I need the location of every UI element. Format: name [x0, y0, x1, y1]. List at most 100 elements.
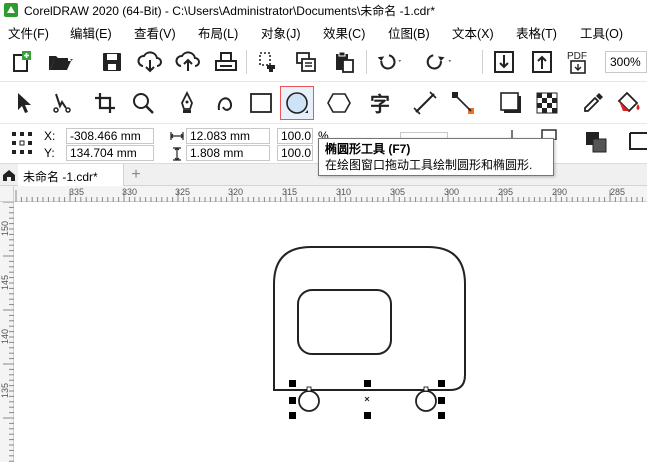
- menu-layout[interactable]: 布局(L): [198, 23, 238, 42]
- ruler-label: 300: [444, 187, 460, 197]
- document-tab[interactable]: 未命名 -1.cdr*: [18, 164, 124, 186]
- menu-file[interactable]: 文件(F): [8, 23, 49, 42]
- vertical-ruler[interactable]: 150 145 140 135: [0, 202, 14, 462]
- zoom-tool-icon[interactable]: [126, 86, 160, 120]
- standard-toolbar: PDF 300%: [0, 42, 647, 82]
- curve-tool-icon[interactable]: [208, 86, 242, 120]
- title-bar: CorelDRAW 2020 (64-Bit) - C:\Users\Admin…: [0, 0, 647, 20]
- crop-tool-icon[interactable]: [88, 86, 122, 120]
- import-icon[interactable]: [488, 46, 520, 78]
- selection-handle: [364, 380, 371, 387]
- arrange-icon[interactable]: [584, 130, 610, 156]
- ruler-label: 295: [498, 187, 514, 197]
- height-input[interactable]: 1.808 mm: [186, 145, 270, 161]
- ellipse-tool-tooltip: 椭圆形工具 (F7) 在绘图窗口拖动工具绘制圆形和椭圆形.: [318, 138, 554, 176]
- home-icon[interactable]: [0, 164, 18, 186]
- ruler-label: 150: [0, 220, 10, 236]
- menu-text[interactable]: 文本(X): [452, 23, 494, 42]
- x-label: X:: [44, 129, 56, 143]
- ruler-label: 310: [336, 187, 352, 197]
- toolbar-separator: [246, 50, 247, 74]
- pen-tool-icon[interactable]: [170, 86, 204, 120]
- scale-width-input[interactable]: 100.0: [277, 128, 313, 144]
- open-folder-icon[interactable]: [44, 46, 76, 78]
- ruler-label: 335: [69, 187, 85, 197]
- cloud-export-icon[interactable]: [172, 46, 204, 78]
- cut-icon[interactable]: [252, 46, 284, 78]
- y-position-input[interactable]: 134.704 mm: [66, 145, 154, 161]
- toolbar-separator: [366, 50, 367, 74]
- height-icon: [173, 147, 181, 161]
- interactive-fill-tool-icon[interactable]: [612, 86, 646, 120]
- drawing-artwork: [273, 246, 466, 419]
- drop-shadow-tool-icon[interactable]: [494, 86, 528, 120]
- ruler-label: 305: [390, 187, 406, 197]
- selection-handle: [289, 380, 296, 387]
- coreldraw-logo-icon: [4, 3, 18, 17]
- selection-center-mark: [364, 396, 370, 402]
- x-position-input[interactable]: -308.466 mm: [66, 128, 154, 144]
- inner-window-shape: [297, 289, 392, 355]
- horizontal-ruler[interactable]: 335 330 325 320 315 310 305 300 295 290 …: [14, 186, 647, 202]
- menu-tools[interactable]: 工具(O): [580, 23, 623, 42]
- drawing-canvas[interactable]: [15, 203, 647, 462]
- width-input[interactable]: 12.083 mm: [186, 128, 270, 144]
- ruler-label: 135: [0, 382, 10, 398]
- selection-handle: [438, 412, 445, 419]
- export-icon[interactable]: [526, 46, 558, 78]
- right-wheel-ellipse: [415, 390, 437, 412]
- combine-icon[interactable]: [626, 130, 647, 156]
- eyedropper-tool-icon[interactable]: [576, 86, 610, 120]
- ruler-label: 330: [122, 187, 138, 197]
- freehand-pick-tool-icon[interactable]: [46, 86, 80, 120]
- left-wheel-ellipse: [298, 390, 320, 412]
- zoom-level-input[interactable]: 300%: [605, 51, 647, 73]
- ruler-label: 145: [0, 274, 10, 290]
- window-title: CorelDRAW 2020 (64-Bit) - C:\Users\Admin…: [24, 3, 435, 18]
- selection-handle: [438, 380, 445, 387]
- selection-handle: [289, 412, 296, 419]
- y-label: Y:: [44, 146, 55, 160]
- menu-object[interactable]: 对象(J): [261, 23, 301, 42]
- ruler-label: 290: [552, 187, 568, 197]
- new-document-icon[interactable]: [6, 46, 38, 78]
- dimension-tool-icon[interactable]: [408, 86, 442, 120]
- menu-bitmaps[interactable]: 位图(B): [388, 23, 430, 42]
- print-icon[interactable]: [210, 46, 242, 78]
- ruler-label: 320: [228, 187, 244, 197]
- tooltip-title: 椭圆形工具 (F7): [325, 142, 411, 156]
- undo-icon[interactable]: [372, 46, 404, 78]
- width-icon: [170, 132, 184, 140]
- ruler-corner[interactable]: [0, 186, 14, 202]
- text-tool-icon[interactable]: 字: [364, 86, 398, 120]
- add-tab-icon[interactable]: +: [128, 167, 144, 183]
- node-handle: [306, 386, 312, 392]
- ruler-label: 325: [175, 187, 191, 197]
- menu-effects[interactable]: 效果(C): [323, 23, 365, 42]
- svg-text:字: 字: [370, 92, 390, 116]
- redo-icon[interactable]: [422, 46, 454, 78]
- menu-view[interactable]: 查看(V): [134, 23, 176, 42]
- selection-handle: [438, 397, 445, 404]
- polygon-tool-icon[interactable]: [322, 86, 356, 120]
- connector-tool-icon[interactable]: [446, 86, 480, 120]
- rectangle-tool-icon[interactable]: [244, 86, 278, 120]
- save-icon[interactable]: [96, 46, 128, 78]
- ellipse-tool-icon[interactable]: [280, 86, 314, 120]
- selection-handle: [289, 397, 296, 404]
- ruler-label: 285: [610, 187, 626, 197]
- transparency-tool-icon[interactable]: [530, 86, 564, 120]
- menu-edit[interactable]: 编辑(E): [70, 23, 112, 42]
- paste-icon[interactable]: [328, 46, 360, 78]
- pick-tool-icon[interactable]: [6, 86, 40, 120]
- object-origin-icon[interactable]: [10, 129, 34, 157]
- menu-table[interactable]: 表格(T): [516, 23, 557, 42]
- menu-bar: 文件(F) 编辑(E) 查看(V) 布局(L) 对象(J) 效果(C) 位图(B…: [0, 20, 647, 42]
- copy-icon[interactable]: [290, 46, 322, 78]
- node-handle: [423, 386, 429, 392]
- scale-height-input[interactable]: 100.0: [277, 145, 313, 161]
- outer-body-shape: [273, 246, 466, 391]
- publish-pdf-icon[interactable]: PDF: [564, 46, 596, 78]
- cloud-import-icon[interactable]: [134, 46, 166, 78]
- selection-handle: [364, 412, 371, 419]
